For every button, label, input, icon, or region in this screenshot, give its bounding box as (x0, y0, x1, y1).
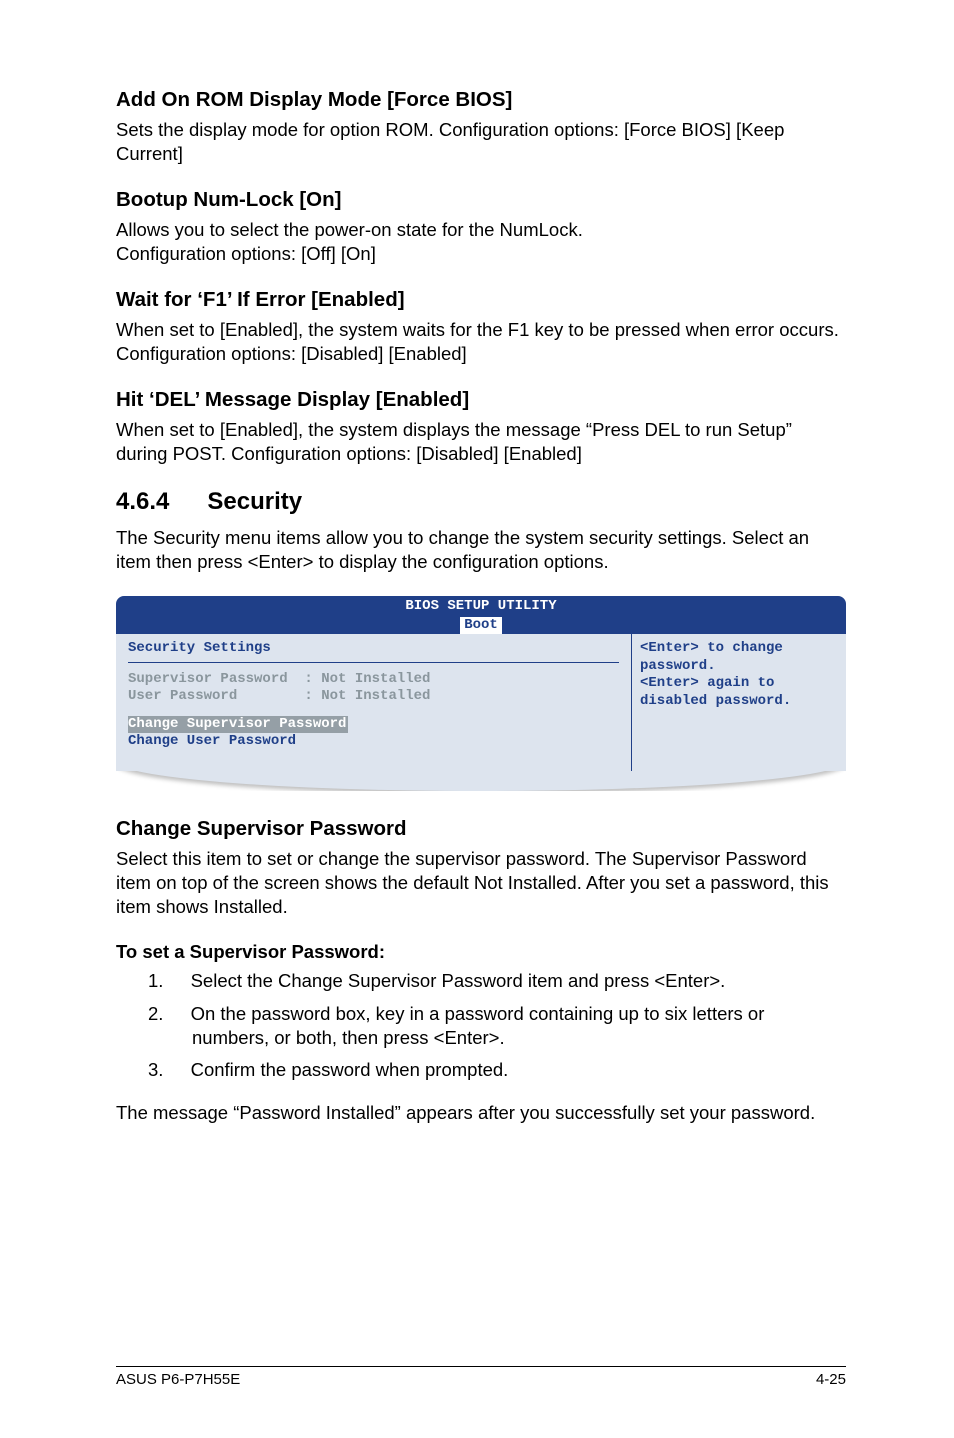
steps-list: Select the Change Supervisor Password it… (116, 969, 846, 1083)
bios-help-line: <Enter> again to disabled password. (640, 675, 838, 710)
bios-titlebar: BIOS SETUP UTILITY Boot (116, 596, 846, 634)
step-item: Confirm the password when prompted. (160, 1058, 846, 1082)
footer-right: 4-25 (816, 1371, 846, 1388)
bios-heading-security-settings: Security Settings (128, 640, 619, 658)
heading-bootup-numlock: Bootup Num-Lock [On] (116, 188, 846, 212)
step-item: On the password box, key in a password c… (160, 1002, 846, 1051)
bios-help-pane: <Enter> to change password. <Enter> agai… (631, 634, 846, 771)
heading-hit-del: Hit ‘DEL’ Message Display [Enabled] (116, 388, 846, 412)
heading-change-supervisor: Change Supervisor Password (116, 817, 846, 841)
heading-wait-f1: Wait for ‘F1’ If Error [Enabled] (116, 288, 846, 312)
para-security-intro: The Security menu items allow you to cha… (116, 526, 846, 574)
bios-left-pane: Security Settings Supervisor Password : … (116, 634, 631, 771)
bios-item-label: Change Supervisor Password (128, 716, 346, 732)
para-bootup-numlock: Allows you to select the power-on state … (116, 218, 846, 266)
section-title: Security (207, 488, 302, 515)
page-footer: ASUS P6-P7H55E 4-25 (116, 1366, 846, 1388)
para-hit-del: When set to [Enabled], the system displa… (116, 418, 846, 466)
bios-title: BIOS SETUP UTILITY (405, 598, 556, 614)
step-item: Select the Change Supervisor Password it… (160, 969, 846, 993)
bios-tab-boot: Boot (460, 617, 502, 635)
bios-row-user: User Password : Not Installed (128, 688, 619, 706)
para-line: Allows you to select the power-on state … (116, 219, 583, 240)
footer-left: ASUS P6-P7H55E (116, 1371, 240, 1388)
step-text: Select the Change Supervisor Password it… (191, 970, 726, 991)
bios-help-line: <Enter> to change password. (640, 640, 838, 675)
step-text: On the password box, key in a password c… (191, 1003, 765, 1048)
bios-item-change-user[interactable]: Change User Password (128, 733, 619, 751)
bios-row-supervisor: Supervisor Password : Not Installed (128, 671, 619, 689)
subhead-to-set: To set a Supervisor Password: (116, 941, 846, 963)
step-text: Confirm the password when prompted. (191, 1059, 509, 1080)
heading-add-on-rom: Add On ROM Display Mode [Force BIOS] (116, 88, 846, 112)
para-wait-f1: When set to [Enabled], the system waits … (116, 318, 846, 366)
bios-body: Security Settings Supervisor Password : … (116, 634, 846, 771)
bios-item-change-supervisor[interactable]: Change Supervisor Password (128, 716, 348, 734)
para-change-supervisor: Select this item to set or change the su… (116, 847, 846, 919)
bios-divider (128, 662, 619, 663)
para-add-on-rom: Sets the display mode for option ROM. Co… (116, 118, 846, 166)
bios-screenshot: BIOS SETUP UTILITY Boot Security Setting… (116, 596, 846, 791)
para-tail: The message “Password Installed” appears… (116, 1101, 846, 1125)
bios-curve-shadow (116, 771, 846, 791)
section-number: 4.6.4 (116, 488, 169, 516)
heading-security: 4.6.4 Security (116, 488, 846, 516)
para-line: Configuration options: [Off] [On] (116, 243, 376, 264)
